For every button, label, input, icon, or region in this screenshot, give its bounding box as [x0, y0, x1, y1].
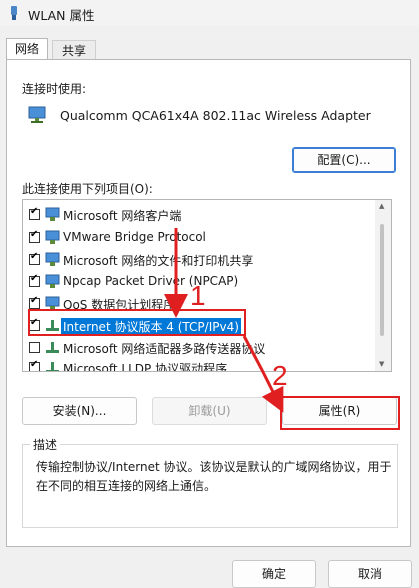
list-item[interactable]: Microsoft LLDP 协议驱动程序 [23, 358, 375, 372]
network-client-icon [45, 207, 60, 221]
tab-sharing[interactable]: 共享 [52, 40, 96, 60]
adapter-name: Qualcomm QCA61x4A 802.11ac Wireless Adap… [60, 108, 371, 123]
network-service-icon [45, 252, 60, 266]
item-label: VMware Bridge Protocol [63, 230, 206, 244]
annotation-step-1: 1 [190, 280, 206, 311]
item-checkbox[interactable] [29, 342, 40, 353]
scroll-thumb[interactable] [380, 224, 384, 336]
item-checkbox[interactable] [29, 273, 40, 287]
item-checkbox[interactable] [29, 295, 40, 309]
network-service-icon [45, 274, 60, 288]
item-label: Microsoft 网络的文件和打印机共享 [63, 254, 254, 268]
tab-network[interactable]: 网络 [6, 38, 48, 60]
scroll-up-icon[interactable]: ▲ [379, 202, 384, 210]
title-bar: WLAN 属性 [0, 0, 419, 26]
protocol-icon [46, 342, 59, 353]
list-item[interactable]: VMware Bridge Protocol [23, 228, 375, 248]
uninstall-button[interactable]: 卸载(U) [152, 397, 267, 425]
components-list[interactable]: Microsoft 网络客户端 VMware Bridge Protocol M… [22, 199, 392, 372]
item-checkbox[interactable] [29, 251, 40, 265]
item-checkbox[interactable] [29, 229, 40, 243]
list-scrollbar[interactable]: ▲ ▼ [375, 200, 391, 371]
description-title: 描述 [30, 436, 61, 453]
items-label: 此连接使用下列项目(O): [22, 182, 153, 196]
annotation-highlight-properties [280, 396, 400, 430]
protocol-icon [46, 362, 59, 371]
item-label: Microsoft 网络客户端 [63, 209, 182, 223]
cancel-button[interactable]: 取消 [328, 560, 412, 588]
network-adapter-icon [28, 106, 46, 123]
network-service-icon [45, 230, 60, 244]
item-label: Npcap Packet Driver (NPCAP) [63, 274, 239, 288]
list-item[interactable]: Microsoft 网络的文件和打印机共享 [23, 250, 375, 270]
connect-using-label: 连接时使用: [22, 82, 87, 96]
item-checkbox[interactable] [29, 359, 40, 371]
annotation-step-2: 2 [272, 360, 288, 391]
ok-button[interactable]: 确定 [232, 560, 316, 588]
install-button[interactable]: 安装(N)... [22, 397, 137, 425]
list-item[interactable]: Microsoft 网络适配器多路传送器协议 [23, 338, 375, 358]
list-item[interactable]: Microsoft 网络客户端 [23, 205, 375, 225]
item-label: Microsoft LLDP 协议驱动程序 [63, 362, 228, 372]
configure-button[interactable]: 配置(C)... [292, 147, 396, 173]
description-text: 传输控制协议/Internet 协议。该协议是默认的广域网络协议，用于在不同的相… [36, 460, 392, 493]
wifi-adapter-icon [11, 6, 17, 20]
scroll-down-icon[interactable]: ▼ [379, 360, 384, 368]
item-checkbox[interactable] [29, 206, 40, 220]
annotation-highlight-ipv4 [28, 309, 246, 336]
window-title: WLAN 属性 [28, 8, 95, 23]
item-label: Microsoft 网络适配器多路传送器协议 [63, 342, 266, 356]
